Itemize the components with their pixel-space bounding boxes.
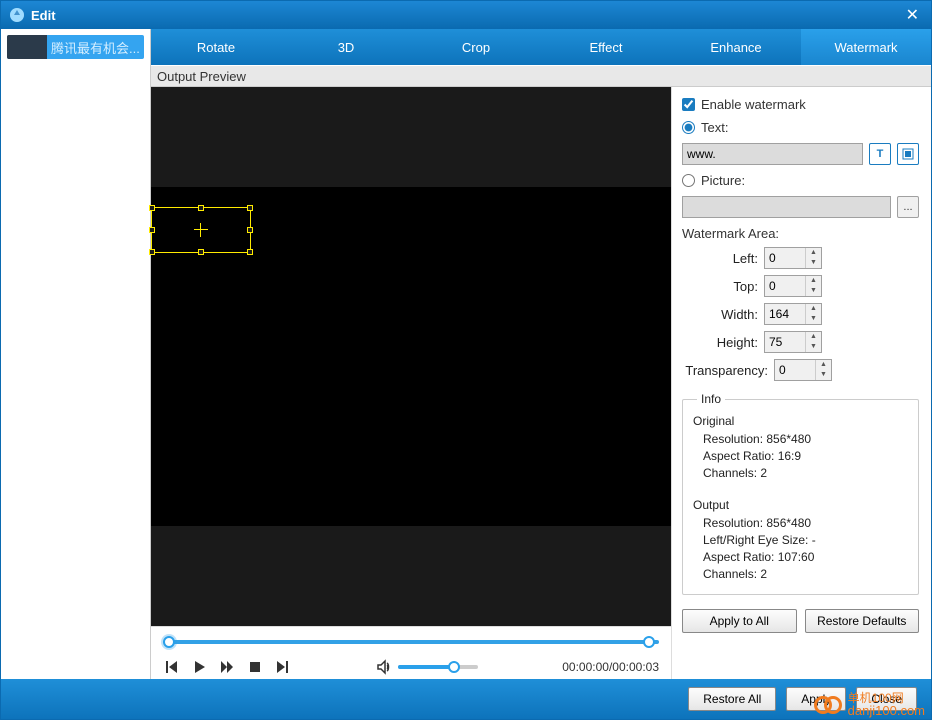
app-icon	[9, 7, 25, 23]
resize-handle[interactable]	[198, 205, 204, 211]
output-channels: Channels: 2	[703, 567, 908, 581]
file-name: 腾讯最有机会...	[47, 38, 144, 57]
resize-handle[interactable]	[247, 249, 253, 255]
output-aspect-ratio: Aspect Ratio: 107:60	[703, 550, 908, 564]
player-bar: 00:00:00/00:00:03	[151, 626, 671, 679]
watermark-panel: Enable watermark Text: T Picture:	[671, 87, 931, 679]
tab-watermark[interactable]: Watermark	[801, 29, 931, 65]
text-effect-button[interactable]	[897, 143, 919, 165]
info-legend: Info	[697, 392, 725, 406]
height-stepper[interactable]: ▲▼	[764, 331, 822, 353]
stop-button[interactable]	[247, 659, 263, 675]
original-head: Original	[693, 414, 908, 428]
resize-handle[interactable]	[149, 227, 155, 233]
titlebar: Edit ✕	[1, 1, 931, 29]
resize-handle[interactable]	[149, 249, 155, 255]
resize-handle[interactable]	[149, 205, 155, 211]
tab-effect[interactable]: Effect	[541, 29, 671, 65]
left-label: Left:	[682, 251, 764, 266]
preview-header: Output Preview	[151, 65, 931, 87]
text-style-button[interactable]: T	[869, 143, 891, 165]
watermark-text-input[interactable]	[682, 143, 863, 165]
info-group: Info Original Resolution: 856*480 Aspect…	[682, 399, 919, 595]
browse-button[interactable]: ...	[897, 196, 919, 218]
apply-button[interactable]: Apply	[786, 687, 846, 711]
preview-label: Output Preview	[157, 69, 246, 84]
file-thumbnail	[7, 35, 47, 59]
width-stepper[interactable]: ▲▼	[764, 303, 822, 325]
fast-forward-button[interactable]	[219, 659, 235, 675]
restore-all-button[interactable]: Restore All	[688, 687, 776, 711]
watermark-box[interactable]	[151, 207, 251, 253]
volume-slider[interactable]	[398, 665, 478, 669]
original-resolution: Resolution: 856*480	[703, 432, 908, 446]
tab-crop[interactable]: Crop	[411, 29, 541, 65]
height-label: Height:	[682, 335, 764, 350]
close-icon[interactable]: ✕	[902, 5, 923, 25]
transparency-label: Transparency:	[682, 363, 774, 378]
output-head: Output	[693, 498, 908, 512]
left-stepper[interactable]: ▲▼	[764, 247, 822, 269]
volume-icon[interactable]	[376, 659, 392, 675]
play-button[interactable]	[191, 659, 207, 675]
area-label: Watermark Area:	[682, 226, 919, 241]
enable-watermark-checkbox[interactable]	[682, 98, 695, 111]
text-radio-label: Text:	[701, 120, 728, 135]
width-label: Width:	[682, 307, 764, 322]
transparency-stepper[interactable]: ▲▼	[774, 359, 832, 381]
resize-handle[interactable]	[247, 205, 253, 211]
tab-3d[interactable]: 3D	[281, 29, 411, 65]
close-button[interactable]: Close	[856, 687, 917, 711]
restore-defaults-button[interactable]: Restore Defaults	[805, 609, 920, 633]
text-radio[interactable]	[682, 121, 695, 134]
footer-bar: Restore All Apply Close 单机100网danji100.c…	[1, 679, 931, 719]
prev-button[interactable]	[163, 659, 179, 675]
tab-rotate[interactable]: Rotate	[151, 29, 281, 65]
picture-path-input	[682, 196, 891, 218]
file-item[interactable]: 腾讯最有机会...	[7, 35, 144, 59]
output-lr-size: Left/Right Eye Size: -	[703, 533, 908, 547]
resize-handle[interactable]	[247, 227, 253, 233]
next-button[interactable]	[275, 659, 291, 675]
picture-radio-label: Picture:	[701, 173, 745, 188]
picture-radio[interactable]	[682, 174, 695, 187]
top-stepper[interactable]: ▲▼	[764, 275, 822, 297]
output-resolution: Resolution: 856*480	[703, 516, 908, 530]
original-channels: Channels: 2	[703, 466, 908, 480]
top-label: Top:	[682, 279, 764, 294]
preview-stage	[151, 87, 671, 626]
apply-to-all-button[interactable]: Apply to All	[682, 609, 797, 633]
file-sidebar: 腾讯最有机会...	[1, 29, 151, 679]
resize-handle[interactable]	[198, 249, 204, 255]
move-cross-icon	[194, 223, 208, 237]
tab-bar: Rotate 3D Crop Effect Enhance Watermark	[151, 29, 931, 65]
seek-slider[interactable]	[163, 635, 659, 649]
tab-enhance[interactable]: Enhance	[671, 29, 801, 65]
original-aspect-ratio: Aspect Ratio: 16:9	[703, 449, 908, 463]
timecode: 00:00:00/00:00:03	[562, 660, 659, 674]
window-title: Edit	[31, 8, 902, 23]
enable-watermark-label: Enable watermark	[701, 97, 806, 112]
